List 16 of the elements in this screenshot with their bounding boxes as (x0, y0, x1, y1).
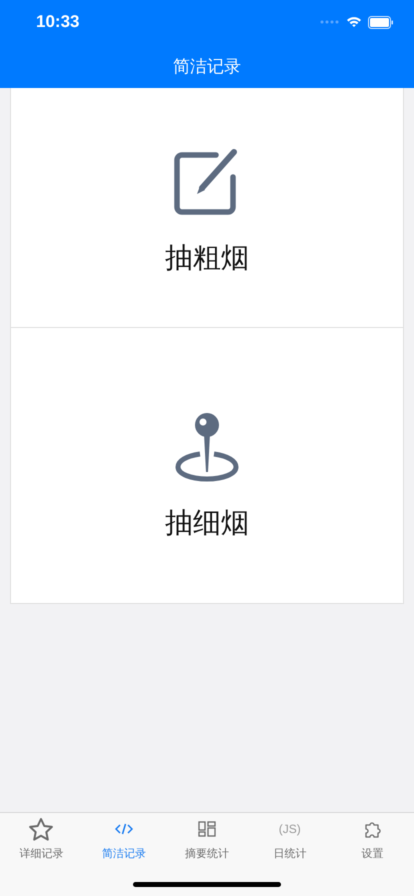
signal-icon (320, 20, 340, 24)
tab[interactable]: 简洁记录 (82, 813, 166, 863)
status-time: 10:33 (36, 12, 80, 32)
wifi-icon (346, 16, 362, 28)
tab[interactable]: 设置 (331, 813, 414, 863)
tab[interactable]: (JS) 日统计 (248, 813, 332, 863)
grid-icon (198, 821, 216, 837)
location-pin-icon (174, 412, 240, 482)
puzzle-icon (364, 820, 382, 838)
star-icon (28, 816, 54, 842)
battery-icon (368, 16, 394, 28)
tab[interactable]: 详细记录 (0, 813, 83, 863)
page-title: 简洁记录 (173, 56, 241, 78)
js-icon: (JS) (278, 821, 301, 837)
code-icon (115, 823, 134, 835)
tab[interactable]: 摘要统计 (166, 813, 248, 863)
